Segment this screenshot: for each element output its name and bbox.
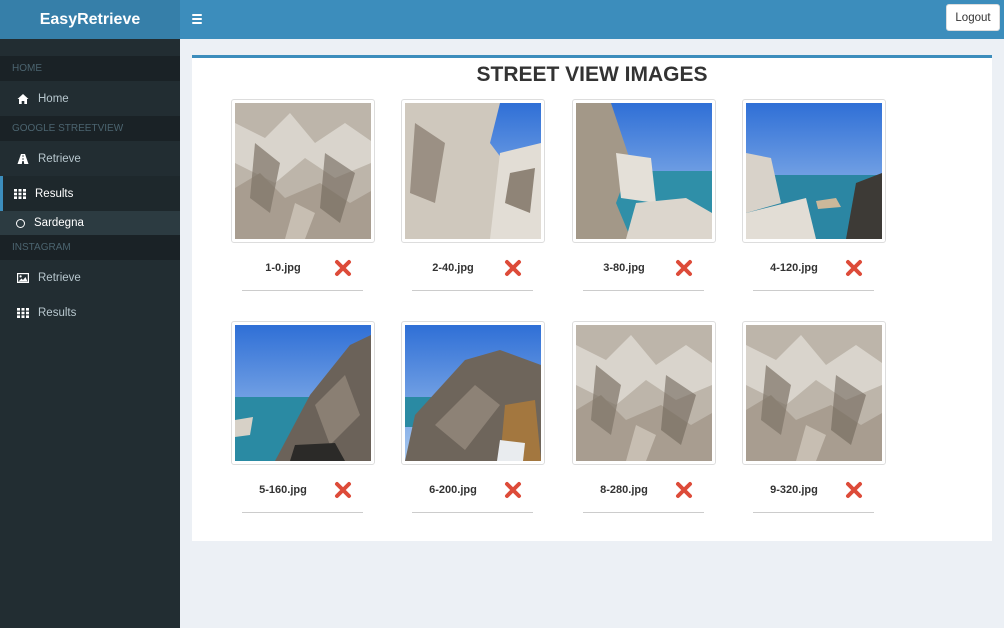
- delete-image-button[interactable]: [845, 481, 863, 499]
- top-navbar: Logout: [180, 0, 1004, 39]
- delete-image-button[interactable]: [334, 259, 352, 277]
- close-icon: [676, 260, 692, 276]
- street-view-image: [746, 325, 882, 461]
- divider: [753, 290, 874, 291]
- image-filename: 4-120.jpg: [770, 262, 818, 274]
- divider: [753, 512, 874, 513]
- image-thumbnail[interactable]: [231, 321, 375, 465]
- street-view-image: [576, 103, 712, 239]
- street-view-image: [405, 325, 541, 461]
- sidebar-menu: HOME Home GOOGLE STREETVIEW Retrieve Res…: [0, 56, 180, 330]
- image-card: 6-200.jpg: [401, 321, 545, 513]
- delete-image-button[interactable]: [675, 481, 693, 499]
- image-caption: 2-40.jpg: [401, 243, 545, 291]
- sidebar: EasyRetrieve HOME Home GOOGLE STREETVIEW…: [0, 0, 180, 628]
- image-filename: 6-200.jpg: [429, 484, 477, 496]
- image-filename: 8-280.jpg: [600, 484, 648, 496]
- street-view-image: [235, 325, 371, 461]
- image-thumbnail[interactable]: [742, 99, 886, 243]
- sidebar-item-instagram-results[interactable]: Results: [0, 295, 180, 330]
- image-filename: 2-40.jpg: [432, 262, 474, 274]
- sidebar-item-instagram-retrieve[interactable]: Retrieve: [0, 260, 180, 295]
- menu-header-instagram: INSTAGRAM: [0, 235, 180, 260]
- divider: [412, 512, 533, 513]
- close-icon: [846, 482, 862, 498]
- sidebar-item-label: Home: [38, 92, 69, 105]
- image-caption: 6-200.jpg: [401, 465, 545, 513]
- sidebar-item-label: Results: [35, 187, 74, 200]
- divider: [242, 512, 363, 513]
- image-thumbnail[interactable]: [742, 321, 886, 465]
- sidebar-item-label: Retrieve: [38, 152, 81, 165]
- image-card: 5-160.jpg: [231, 321, 375, 513]
- image-card: 3-80.jpg: [572, 99, 716, 291]
- results-box: STREET VIEW IMAGES 1-0.jpg 2-40.jpg 3-80.j…: [192, 55, 992, 541]
- sidebar-subitem-sardegna[interactable]: Sardegna: [0, 211, 180, 235]
- close-icon: [505, 260, 521, 276]
- image-card: 8-280.jpg: [572, 321, 716, 513]
- grid-icon: [14, 188, 26, 200]
- image-card: 9-320.jpg: [742, 321, 886, 513]
- image-card: 4-120.jpg: [742, 99, 886, 291]
- image-filename: 1-0.jpg: [265, 262, 301, 274]
- delete-image-button[interactable]: [504, 481, 522, 499]
- street-view-image: [576, 325, 712, 461]
- road-icon: [17, 153, 29, 165]
- image-caption: 8-280.jpg: [572, 465, 716, 513]
- image-thumbnail[interactable]: [401, 321, 545, 465]
- close-icon: [505, 482, 521, 498]
- sidebar-item-home[interactable]: Home: [0, 81, 180, 116]
- street-view-image: [405, 103, 541, 239]
- image-icon: [17, 272, 29, 284]
- image-filename: 5-160.jpg: [259, 484, 307, 496]
- image-thumbnail[interactable]: [572, 321, 716, 465]
- app-logo[interactable]: EasyRetrieve: [0, 0, 180, 39]
- image-thumbnail[interactable]: [231, 99, 375, 243]
- delete-image-button[interactable]: [334, 481, 352, 499]
- home-icon: [17, 93, 29, 105]
- close-icon: [335, 482, 351, 498]
- divider: [583, 512, 704, 513]
- divider: [242, 290, 363, 291]
- close-icon: [335, 260, 351, 276]
- page-title: STREET VIEW IMAGES: [476, 63, 708, 86]
- close-icon: [676, 482, 692, 498]
- sidebar-item-label: Retrieve: [38, 271, 81, 284]
- sidebar-item-gsv-results[interactable]: Results: [0, 176, 180, 211]
- image-caption: 3-80.jpg: [572, 243, 716, 291]
- street-view-image: [235, 103, 371, 239]
- image-card: 2-40.jpg: [401, 99, 545, 291]
- circle-icon: [16, 218, 25, 228]
- logout-button[interactable]: Logout: [946, 4, 1000, 31]
- image-caption: 9-320.jpg: [742, 465, 886, 513]
- image-caption: 5-160.jpg: [231, 465, 375, 513]
- menu-header-google-streetview: GOOGLE STREETVIEW: [0, 116, 180, 141]
- hamburger-menu-icon[interactable]: [192, 12, 202, 26]
- grid-icon: [17, 307, 29, 319]
- image-thumbnail[interactable]: [572, 99, 716, 243]
- divider: [583, 290, 704, 291]
- image-card: 1-0.jpg: [231, 99, 375, 291]
- delete-image-button[interactable]: [845, 259, 863, 277]
- sidebar-item-gsv-retrieve[interactable]: Retrieve: [0, 141, 180, 176]
- menu-header-home: HOME: [0, 56, 180, 81]
- image-caption: 1-0.jpg: [231, 243, 375, 291]
- sidebar-item-label: Results: [38, 306, 77, 319]
- divider: [412, 290, 533, 291]
- close-icon: [846, 260, 862, 276]
- delete-image-button[interactable]: [675, 259, 693, 277]
- sidebar-subitem-label: Sardegna: [34, 217, 84, 229]
- image-filename: 9-320.jpg: [770, 484, 818, 496]
- image-caption: 4-120.jpg: [742, 243, 886, 291]
- street-view-image: [746, 103, 882, 239]
- delete-image-button[interactable]: [504, 259, 522, 277]
- image-thumbnail[interactable]: [401, 99, 545, 243]
- image-filename: 3-80.jpg: [603, 262, 645, 274]
